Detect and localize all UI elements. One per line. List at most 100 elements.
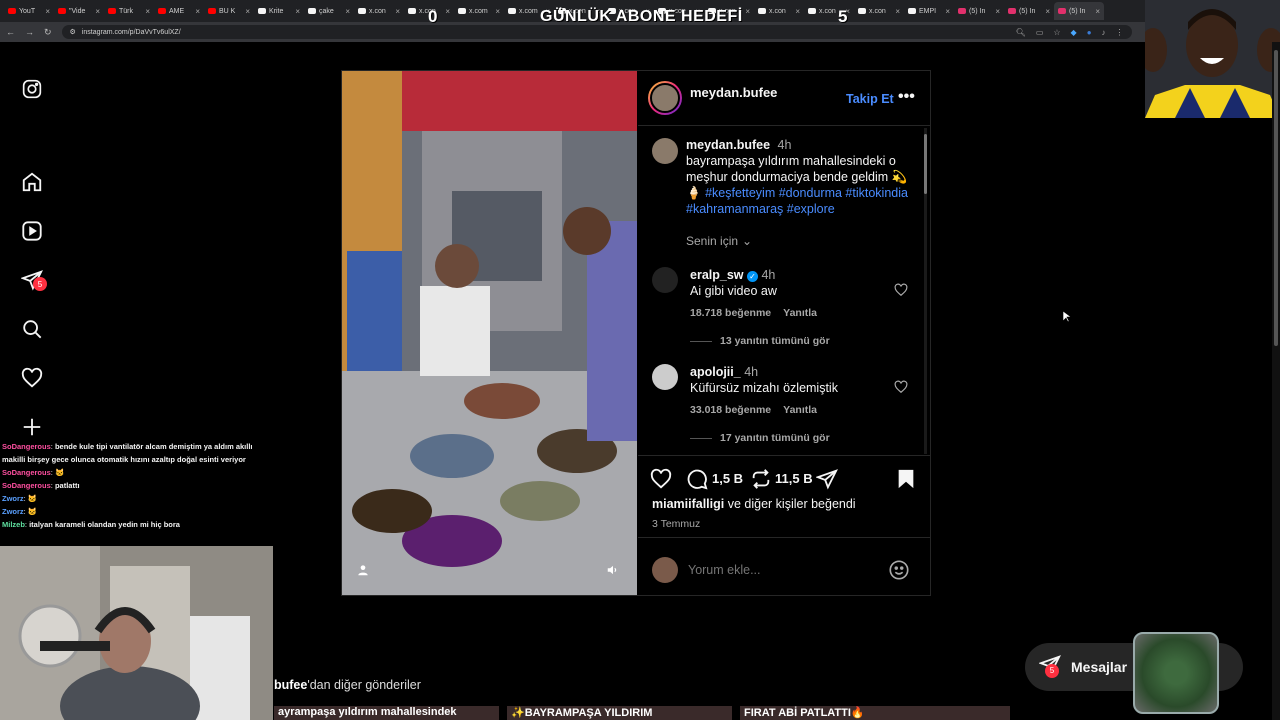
author-avatar[interactable] xyxy=(648,81,682,115)
comment-input[interactable] xyxy=(688,560,878,580)
post-video[interactable] xyxy=(342,71,637,595)
comment-icon[interactable] xyxy=(686,468,708,495)
caption-username[interactable]: meydan.bufee xyxy=(686,138,770,152)
cast-icon[interactable]: ▭ xyxy=(1036,28,1044,37)
browser-tab[interactable]: YouT × xyxy=(4,2,54,20)
browser-tab[interactable]: Krite × xyxy=(254,2,304,20)
comment-username[interactable]: eralp_sw xyxy=(690,268,744,282)
reply-button[interactable]: Yanıtla xyxy=(783,307,817,319)
comment-likes[interactable]: 18.718 beğenme xyxy=(690,307,771,319)
author-username[interactable]: meydan.bufee xyxy=(690,85,777,100)
comment-likes[interactable]: 33.018 beğenme xyxy=(690,404,771,416)
tab-close-icon[interactable]: × xyxy=(895,7,900,16)
menu-icon[interactable]: ⋮ xyxy=(1116,28,1124,37)
comment-like-icon[interactable] xyxy=(894,380,908,399)
extension-icon[interactable]: ◆ xyxy=(1071,28,1077,37)
tab-close-icon[interactable]: × xyxy=(995,7,1000,16)
comment-avatar[interactable] xyxy=(652,364,678,390)
reply-button[interactable]: Yanıtla xyxy=(783,404,817,416)
chat-text: 🐱 xyxy=(27,507,38,516)
tab-close-icon[interactable]: × xyxy=(395,7,400,16)
browser-tab[interactable]: (5) In × xyxy=(954,2,1004,20)
browser-tab[interactable]: x.con × xyxy=(854,2,904,20)
reload-icon[interactable]: ↻ xyxy=(44,27,52,38)
share-icon[interactable] xyxy=(815,468,838,495)
mute-icon[interactable] xyxy=(606,563,620,582)
post-thumbnail[interactable]: ayrampaşa yıldırım mahallesindek xyxy=(274,706,499,720)
tab-favicon-icon xyxy=(408,8,416,14)
extension-icon-2[interactable]: ● xyxy=(1087,28,1092,37)
browser-tab[interactable]: EMPI × xyxy=(904,2,954,20)
liked-by-user[interactable]: miamiifalligi xyxy=(652,497,724,511)
comment-username[interactable]: apolojii_ xyxy=(690,365,741,379)
tab-close-icon[interactable]: × xyxy=(1045,7,1050,16)
browser-tab[interactable]: (5) In × xyxy=(1004,2,1054,20)
tab-close-icon[interactable]: × xyxy=(345,7,350,16)
post-thumbnail[interactable]: ✨BAYRAMPAŞA YILDIRIM xyxy=(507,706,732,720)
caption-hashtags[interactable]: #keşfetteyim #dondurma #tiktokindia #kah… xyxy=(686,186,908,216)
tab-close-icon[interactable]: × xyxy=(445,7,450,16)
tab-label: x.com xyxy=(469,7,488,15)
comment-like-icon[interactable] xyxy=(894,283,908,302)
site-info-icon[interactable]: ⚙ xyxy=(70,28,76,36)
bookmark-star-icon[interactable]: ☆ xyxy=(1053,28,1060,37)
forward-icon[interactable]: → xyxy=(25,27,34,37)
tab-close-icon[interactable]: × xyxy=(1095,7,1100,16)
instagram-logo-icon[interactable] xyxy=(20,77,44,101)
repost-icon[interactable] xyxy=(750,468,772,495)
like-icon[interactable] xyxy=(650,468,672,495)
browser-tab[interactable]: çake × xyxy=(304,2,354,20)
tab-close-icon[interactable]: × xyxy=(95,7,100,16)
view-replies[interactable]: 17 yanıtın tümünü gör xyxy=(690,432,830,444)
tab-favicon-icon xyxy=(108,8,116,14)
tab-close-icon[interactable]: × xyxy=(145,7,150,16)
comments-scrollbar[interactable] xyxy=(924,128,927,454)
browser-tab[interactable]: (5) In × xyxy=(1054,2,1104,20)
more-posts-user[interactable]: bufee xyxy=(274,678,307,692)
browser-tab[interactable]: x.con × xyxy=(354,2,404,20)
emoji-icon[interactable] xyxy=(888,559,910,586)
create-icon[interactable] xyxy=(20,415,44,439)
tab-close-icon[interactable]: × xyxy=(795,7,800,16)
audio-icon[interactable]: ♪ xyxy=(1102,28,1106,37)
address-bar[interactable]: ⚙ instagram.com/p/DaVvTv6ulXZ/ 🔍︎ ▭ ☆ ◆ … xyxy=(61,25,1132,39)
tab-close-icon[interactable]: × xyxy=(495,7,500,16)
tab-close-icon[interactable]: × xyxy=(745,7,750,16)
post-thumbnail[interactable]: FIRAT ABİ PATLATTI🔥 xyxy=(740,706,1010,720)
direct-messages-icon[interactable]: 5 xyxy=(20,268,47,292)
page-scrollbar-thumb[interactable] xyxy=(1274,50,1278,346)
browser-tab[interactable]: x.con × xyxy=(754,2,804,20)
follow-button[interactable]: Takip Et xyxy=(846,92,894,106)
tab-close-icon[interactable]: × xyxy=(295,7,300,16)
caption-avatar[interactable] xyxy=(652,138,678,164)
search-icon[interactable] xyxy=(20,317,44,341)
tab-close-icon[interactable]: × xyxy=(195,7,200,16)
more-options-icon[interactable]: ••• xyxy=(898,88,915,106)
heart-icon[interactable] xyxy=(20,366,44,390)
browser-tab[interactable]: AME × xyxy=(154,2,204,20)
reels-icon[interactable] xyxy=(20,219,44,243)
tab-label: Türk xyxy=(119,7,133,15)
back-icon[interactable]: ← xyxy=(6,27,15,37)
tab-close-icon[interactable]: × xyxy=(45,7,50,16)
divider xyxy=(690,340,712,342)
browser-tab[interactable]: "Vide × xyxy=(54,2,104,20)
browser-tab[interactable]: x.com × xyxy=(454,2,504,20)
browser-tab[interactable]: BU K × xyxy=(204,2,254,20)
comment-text: Küfürsüz mizahı özlemiştik xyxy=(690,381,838,395)
comment-sort[interactable]: Senin için ⌄ xyxy=(686,234,752,248)
tab-close-icon[interactable]: × xyxy=(245,7,250,16)
save-icon[interactable] xyxy=(896,468,916,495)
caption-time: 4h xyxy=(777,138,792,152)
browser-tab[interactable]: Türk × xyxy=(104,2,154,20)
tagged-user-icon[interactable] xyxy=(356,563,370,582)
tab-close-icon[interactable]: × xyxy=(945,7,950,16)
tab-label: BU K xyxy=(219,7,236,15)
zoom-icon[interactable]: 🔍︎ xyxy=(1016,28,1026,37)
tab-label: x.con xyxy=(869,7,886,15)
url-text: instagram.com/p/DaVvTv6ulXZ/ xyxy=(81,28,181,36)
view-replies[interactable]: 13 yanıtın tümünü gör xyxy=(690,335,830,347)
home-icon[interactable] xyxy=(20,170,44,194)
comment-avatar[interactable] xyxy=(652,267,678,293)
comment-text: Ai gibi video aw xyxy=(690,284,777,298)
